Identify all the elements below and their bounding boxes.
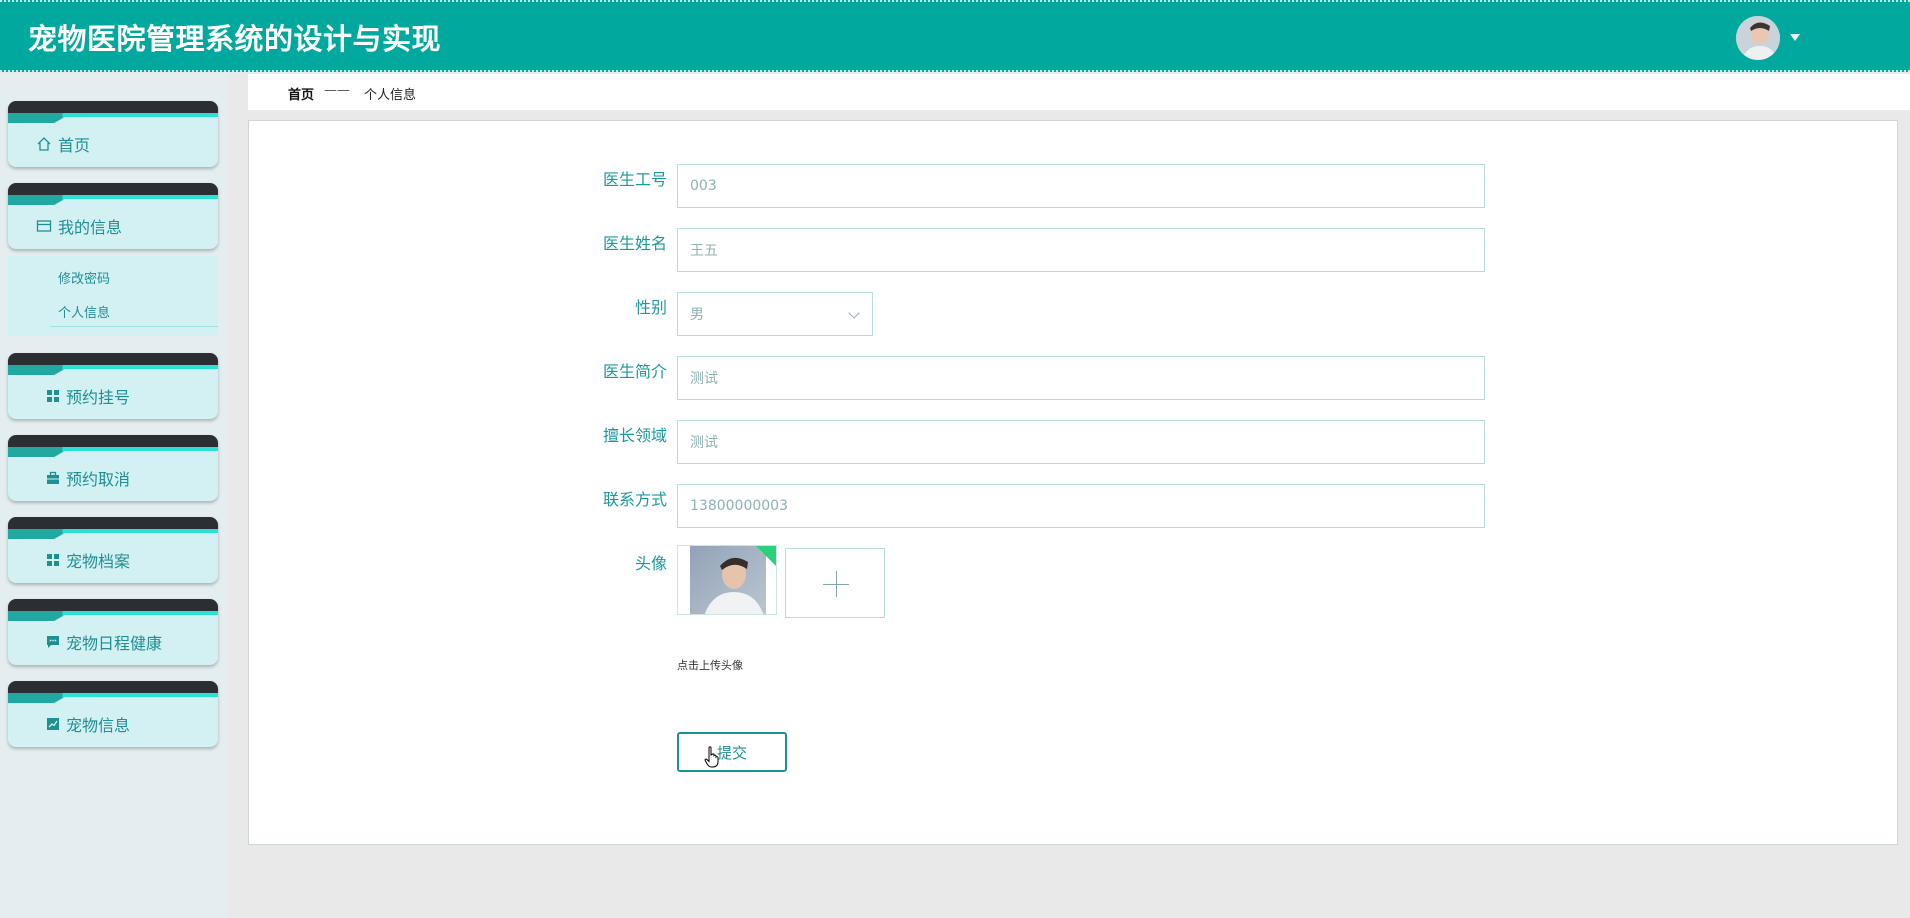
sidebar-item-pet-info[interactable]: 宠物信息 <box>8 681 218 747</box>
submenu-my-info: 修改密码 个人信息 <box>8 256 218 336</box>
sidebar-item-label: 宠物日程健康 <box>66 634 163 653</box>
card-accent <box>8 447 218 457</box>
card-accent <box>8 113 218 123</box>
hand-cursor-icon <box>704 746 719 768</box>
doctor-name-label: 医生姓名 <box>602 234 667 253</box>
active-underline <box>50 326 218 327</box>
sidebar-item-home[interactable]: 首页 <box>8 101 218 167</box>
contact-label: 联系方式 <box>602 490 667 509</box>
sidebar-item-my-info[interactable]: 我的信息 <box>8 183 218 249</box>
plus-icon-vertical <box>836 571 837 597</box>
sidebar-item-label: 预约取消 <box>66 470 131 489</box>
grid-icon <box>47 554 59 566</box>
card-bar <box>8 681 218 693</box>
card-accent <box>8 611 218 621</box>
avatar-label: 头像 <box>634 554 667 573</box>
card-icon <box>36 220 52 232</box>
submit-button[interactable]: 提交 <box>677 732 787 772</box>
avatar-upload-button[interactable] <box>785 548 885 618</box>
doctor-id-label: 医生工号 <box>602 170 667 189</box>
chart-icon <box>47 718 59 730</box>
card-bar <box>8 183 218 195</box>
card-bar <box>8 353 218 365</box>
user-menu[interactable] <box>1736 16 1800 60</box>
card-bar <box>8 435 218 447</box>
home-icon <box>37 137 51 151</box>
app-title: 宠物医院管理系统的设计与实现 <box>28 22 442 56</box>
breadcrumb: 首页 —— 个人信息 <box>248 74 1910 110</box>
sidebar-item-label: 首页 <box>58 136 91 155</box>
chat-icon <box>47 636 59 648</box>
breadcrumb-separator: —— <box>324 83 350 98</box>
user-avatar-icon[interactable] <box>1736 16 1780 60</box>
intro-label: 医生简介 <box>602 362 667 381</box>
card-accent <box>8 693 218 703</box>
card-bar <box>8 101 218 113</box>
card-bar <box>8 599 218 611</box>
sidebar-item-label: 宠物档案 <box>66 552 131 571</box>
submenu-change-password[interactable]: 修改密码 <box>58 268 110 287</box>
upload-tip: 点击上传头像 <box>677 659 743 672</box>
chevron-down-icon[interactable] <box>1790 34 1800 41</box>
specialty-field[interactable]: 测试 <box>677 420 1485 464</box>
card-accent <box>8 529 218 539</box>
breadcrumb-home[interactable]: 首页 <box>288 84 314 103</box>
sidebar-item-pet-schedule-health[interactable]: 宠物日程健康 <box>8 599 218 665</box>
briefcase-icon <box>47 471 59 484</box>
grid-icon <box>47 390 59 402</box>
intro-field[interactable]: 测试 <box>677 356 1485 400</box>
specialty-label: 擅长领域 <box>602 426 667 445</box>
sidebar-item-label: 我的信息 <box>58 218 123 237</box>
sidebar-item-appointment[interactable]: 预约挂号 <box>8 353 218 419</box>
sidebar-item-pet-records[interactable]: 宠物档案 <box>8 517 218 583</box>
card-accent <box>8 365 218 375</box>
sidebar-item-label: 预约挂号 <box>66 388 131 407</box>
breadcrumb-current: 个人信息 <box>364 88 417 103</box>
card-accent <box>8 195 218 205</box>
gender-label: 性别 <box>634 298 667 317</box>
card-bar <box>8 517 218 529</box>
contact-field[interactable]: 13800000003 <box>677 484 1485 528</box>
top-header: 宠物医院管理系统的设计与实现 <box>0 0 1910 72</box>
chevron-down-icon <box>848 307 860 319</box>
submenu-personal-info[interactable]: 个人信息 <box>58 302 110 321</box>
avatar-thumbnail[interactable] <box>677 545 777 615</box>
doctor-name-field[interactable]: 王五 <box>677 228 1485 272</box>
sidebar-item-label: 宠物信息 <box>66 716 131 735</box>
gender-select[interactable]: 男 <box>677 292 873 336</box>
doctor-id-field[interactable]: 003 <box>677 164 1485 208</box>
gender-select-value: 男 <box>690 307 704 323</box>
sidebar-item-cancel-appointment[interactable]: 预约取消 <box>8 435 218 501</box>
